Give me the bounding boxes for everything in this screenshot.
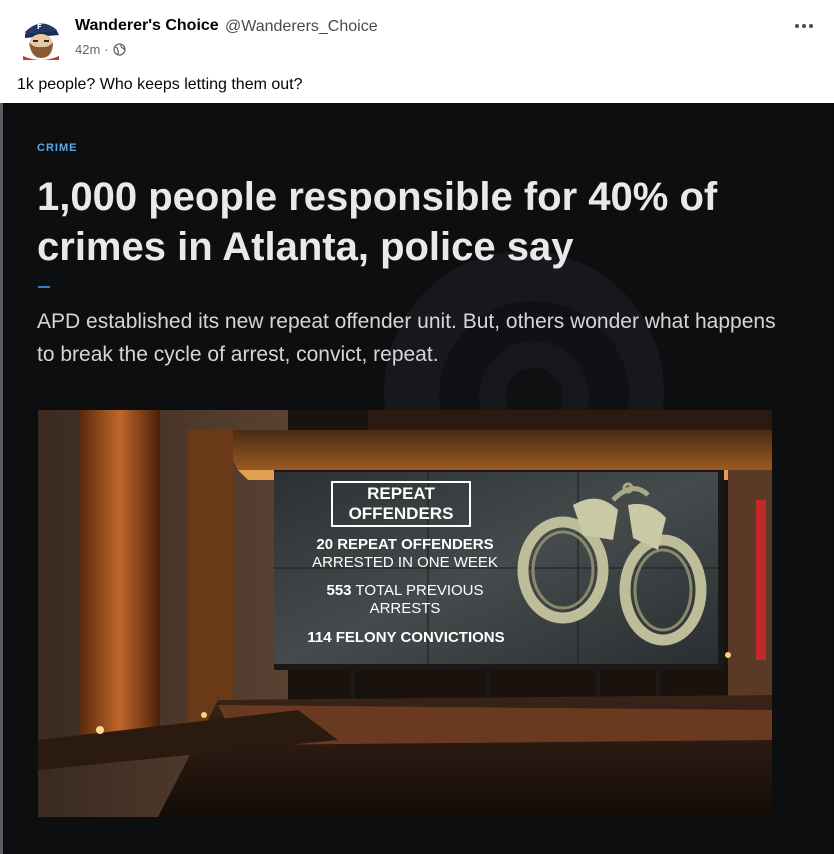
- stat-1-rest: ARRESTED IN ONE WEEK: [312, 554, 498, 571]
- stat-1-bold: 20 REPEAT OFFENDERS: [316, 536, 494, 553]
- article-section-label: CRIME: [37, 142, 78, 154]
- image-edge: [0, 103, 3, 854]
- stat-2-rest-2: ARRESTS: [369, 600, 441, 617]
- more-dot: [802, 24, 806, 28]
- meta-separator: ·: [104, 42, 109, 57]
- accent-divider: [38, 286, 50, 288]
- author-name[interactable]: Wanderer's Choice: [75, 17, 219, 35]
- article-headline: 1,000 people responsible for 40% of crim…: [37, 175, 718, 269]
- post-header: F Wanderer's Choice @Wanderers_Choice 42…: [0, 0, 834, 72]
- stat-2-rest: TOTAL PREVIOUS: [355, 582, 484, 599]
- more-options-icon: [795, 24, 799, 28]
- svg-text:F: F: [37, 23, 42, 31]
- stat-2-bold: 553: [326, 582, 352, 599]
- screen-box-title: REPEAT OFFENDERS: [334, 484, 468, 524]
- box-title-line-2: OFFENDERS: [348, 504, 454, 523]
- post-timestamp[interactable]: 42m: [75, 42, 100, 57]
- post-meta: 42m ·: [75, 42, 126, 57]
- article-subhead: APD established its new repeat offender …: [37, 310, 776, 366]
- screen-stat-3: 114 FELONY CONVICTIONS: [307, 629, 505, 646]
- globe-icon: [112, 43, 126, 56]
- news-studio-photo: REPEAT OFFENDERS 20 REPEAT OFFENDERS ARR…: [38, 410, 772, 817]
- screen-stat-1: 20 REPEAT OFFENDERS ARRESTED IN ONE WEEK: [290, 536, 520, 572]
- more-dot: [809, 24, 813, 28]
- screen-stat-2: 553 TOTAL PREVIOUS ARRESTS: [300, 582, 510, 618]
- author-handle[interactable]: @Wanderers_Choice: [225, 18, 378, 36]
- more-options-button[interactable]: [788, 14, 820, 38]
- post-text: 1k people? Who keeps letting them out?: [17, 76, 303, 93]
- box-title-line-1: REPEAT: [367, 484, 435, 503]
- author-avatar[interactable]: F: [19, 14, 63, 60]
